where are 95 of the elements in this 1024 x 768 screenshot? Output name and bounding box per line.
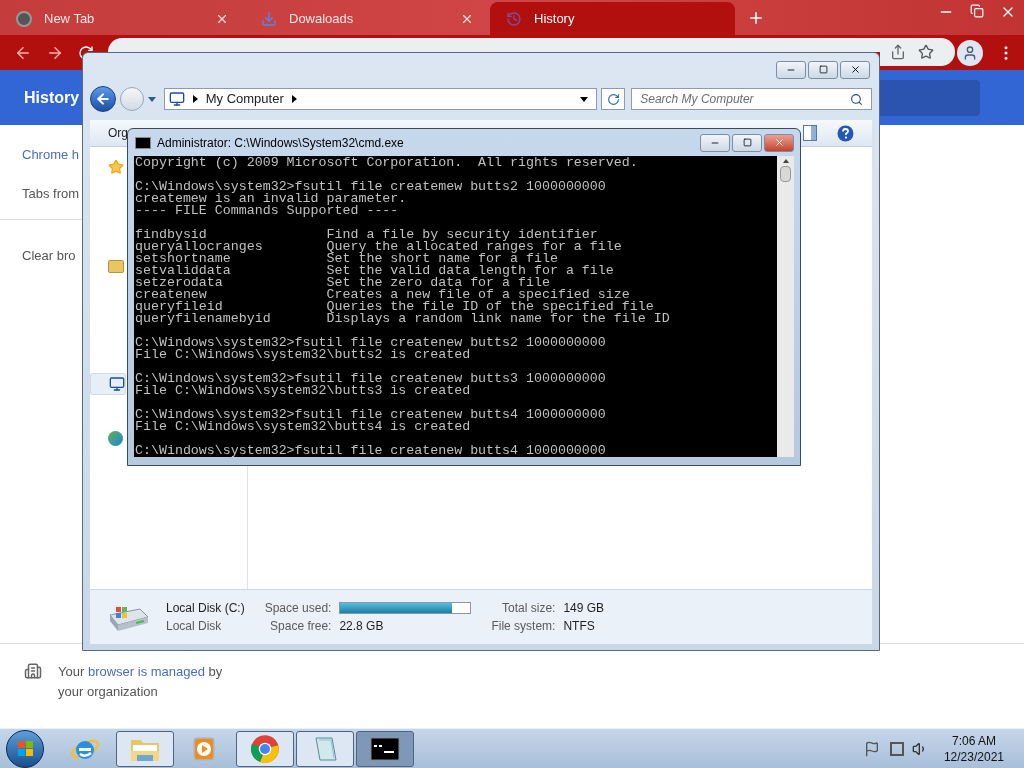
console-line: File C:\Windows\system32\butts4 is created bbox=[135, 421, 472, 433]
console-line: setvaliddata Set the valid data length for a file bbox=[135, 265, 615, 277]
address-field[interactable]: My Computer bbox=[163, 88, 598, 110]
sidebar-item[interactable]: Tabs from bbox=[22, 184, 80, 204]
maximize-button[interactable] bbox=[732, 133, 762, 152]
search-field[interactable]: Search My Computer bbox=[631, 88, 872, 110]
refresh-button[interactable] bbox=[601, 88, 626, 110]
console-line: File C:\Windows\system32\butts3 is created bbox=[135, 385, 472, 397]
history-icon bbox=[506, 10, 522, 27]
console-line: queryallocranges Query the allocated ranges for a file bbox=[135, 241, 623, 253]
console-line: C:\Windows\system32>fsutil file createmew butts2 1000000000 bbox=[135, 181, 607, 193]
dropdown-arrow-icon[interactable] bbox=[580, 96, 589, 102]
field-value: 22.8 GB bbox=[339, 618, 385, 635]
restore-icon[interactable] bbox=[970, 4, 984, 18]
media-player-icon bbox=[193, 735, 217, 762]
console-line: setshortname Set the short name for a file bbox=[135, 253, 559, 265]
console-line: File C:\Windows\system32\butts2 is created bbox=[135, 349, 472, 361]
close-icon bbox=[849, 64, 861, 75]
network-globe-icon bbox=[108, 431, 123, 446]
console-icon bbox=[135, 136, 151, 149]
field-label: File system: bbox=[491, 618, 556, 635]
console-line: C:\Windows\system32>fsutil file createnew butts4 1000000000 bbox=[135, 409, 607, 421]
tab-title: History bbox=[534, 9, 576, 28]
managed-link[interactable]: browser is managed bbox=[87, 664, 205, 679]
folder-icon bbox=[108, 260, 124, 273]
building-icon bbox=[24, 662, 42, 680]
computer-icon bbox=[168, 91, 185, 107]
bookmark-star-icon[interactable] bbox=[918, 44, 934, 60]
managed-notice: your organization bbox=[58, 683, 159, 701]
network-icon[interactable] bbox=[889, 741, 904, 756]
start-button[interactable] bbox=[6, 729, 44, 768]
console-line: queryfilenamebyid Displays a random link name for the file ID bbox=[135, 313, 671, 325]
chrome-logo-icon bbox=[250, 733, 280, 764]
console-line: findbysid Find a file by security identifier bbox=[135, 229, 598, 241]
browser-tab[interactable]: New Tab bbox=[0, 2, 245, 35]
tab-title: New Tab bbox=[44, 9, 96, 28]
browser-tab[interactable]: History bbox=[490, 2, 735, 35]
close-icon bbox=[773, 137, 785, 148]
scrollbar[interactable] bbox=[777, 156, 794, 457]
maximize-icon bbox=[742, 138, 752, 147]
address-bar-end[interactable] bbox=[880, 38, 955, 66]
share-icon[interactable] bbox=[890, 44, 906, 60]
console-line: C:\Windows\system32>fsutil file createnew butts2 1000000000 bbox=[135, 337, 607, 349]
scroll-thumb[interactable] bbox=[780, 166, 791, 182]
preview-pane-icon[interactable] bbox=[803, 125, 817, 141]
field-label: Space free: bbox=[269, 618, 332, 635]
selected-nav-row[interactable] bbox=[90, 373, 126, 395]
field-value: 149 GB bbox=[563, 600, 605, 617]
breadcrumb-arrow-icon bbox=[192, 95, 198, 103]
search-icon bbox=[850, 92, 863, 106]
maximize-button[interactable] bbox=[808, 60, 838, 79]
new-tab-icon[interactable] bbox=[747, 9, 765, 27]
favorites-star-icon bbox=[108, 159, 124, 175]
breadcrumb-arrow-icon bbox=[291, 95, 297, 103]
chrome-logo-icon bbox=[16, 10, 32, 27]
flag-icon[interactable] bbox=[863, 740, 880, 757]
console-line: ---- FILE Commands Supported ---- bbox=[135, 205, 399, 217]
field-label: Space used: bbox=[264, 600, 332, 617]
field-label: Total size: bbox=[501, 600, 556, 617]
close-button[interactable] bbox=[764, 133, 794, 152]
console-line: C:\Windows\system32>fsutil file createnew butts3 1000000000 bbox=[135, 373, 607, 385]
window-title: Administrator: C:\Windows\System32\cmd.exe bbox=[157, 134, 405, 152]
console-line: setzerodata Set the zero data for a file bbox=[135, 277, 550, 289]
console-line: createmew is an invalid parameter. bbox=[135, 193, 408, 205]
console-line: C:\Windows\system32>fsutil file createnew butts4 1000000000 bbox=[135, 445, 607, 457]
minimize-button[interactable] bbox=[700, 133, 730, 152]
maximize-icon bbox=[818, 65, 828, 74]
page-title: History bbox=[24, 87, 80, 108]
field-value: NTFS bbox=[563, 618, 596, 635]
search-field[interactable] bbox=[880, 79, 980, 116]
taskbar-button[interactable] bbox=[356, 730, 414, 767]
sidebar-item[interactable]: Chrome h bbox=[22, 145, 80, 165]
refresh-icon bbox=[606, 92, 620, 106]
minimize-button[interactable] bbox=[776, 60, 806, 79]
close-button[interactable] bbox=[840, 60, 870, 79]
back-button[interactable] bbox=[90, 86, 116, 112]
clock-time[interactable]: 7:06 AM bbox=[951, 732, 996, 749]
drive-name: Local Disk (C:) bbox=[166, 600, 245, 617]
clock-date[interactable]: 12/23/2021 bbox=[943, 748, 1004, 765]
taskbar-button[interactable] bbox=[116, 730, 174, 767]
browser-tab[interactable]: Dowaloads bbox=[245, 2, 490, 35]
download-icon bbox=[261, 10, 277, 27]
organize-menu[interactable]: Org bbox=[108, 124, 128, 142]
console-line: createnew Creates a new file of a specified size bbox=[135, 289, 630, 301]
sidebar-item[interactable]: Clear bro bbox=[22, 246, 76, 266]
command-prompt-icon bbox=[370, 736, 400, 761]
computer-icon bbox=[109, 376, 125, 392]
tab-title: Dowaloads bbox=[289, 9, 355, 28]
managed-notice: Your browser is managed by bbox=[58, 663, 223, 681]
console-line: Copyright (c) 2009 Microsoft Corporation. All rights reserved. bbox=[135, 157, 639, 169]
drive-type: Local Disk bbox=[166, 618, 223, 635]
console-line: queryfileid Queries the file ID of the specified file bbox=[135, 301, 655, 313]
breadcrumb[interactable]: My Computer bbox=[205, 89, 284, 109]
profile-avatar[interactable] bbox=[957, 39, 983, 66]
help-icon[interactable] bbox=[837, 124, 854, 142]
